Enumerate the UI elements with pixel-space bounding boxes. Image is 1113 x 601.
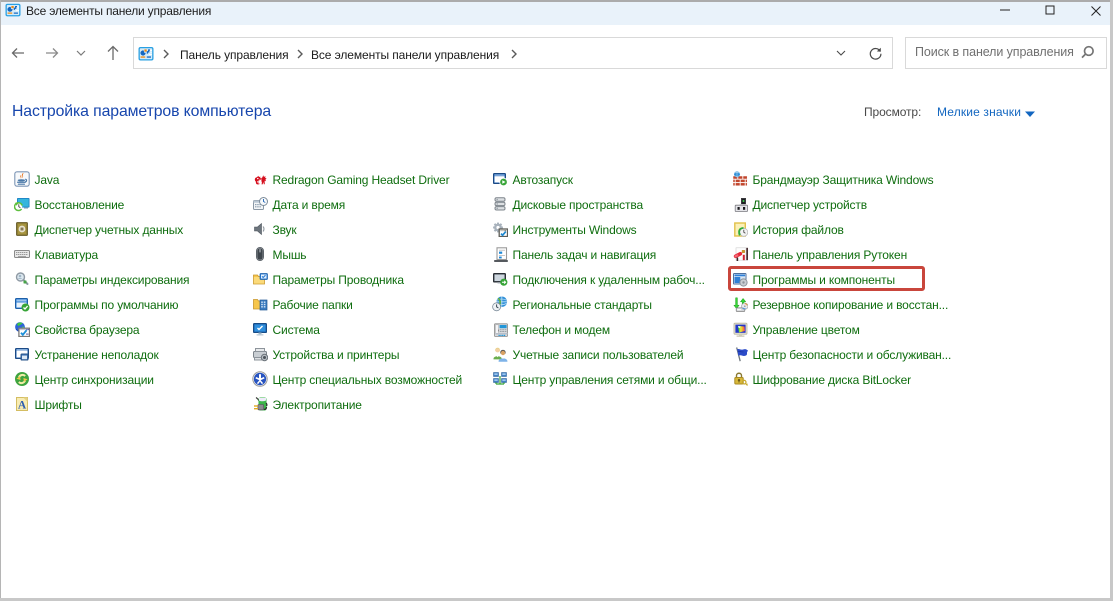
svg-text:A: A bbox=[18, 399, 27, 411]
